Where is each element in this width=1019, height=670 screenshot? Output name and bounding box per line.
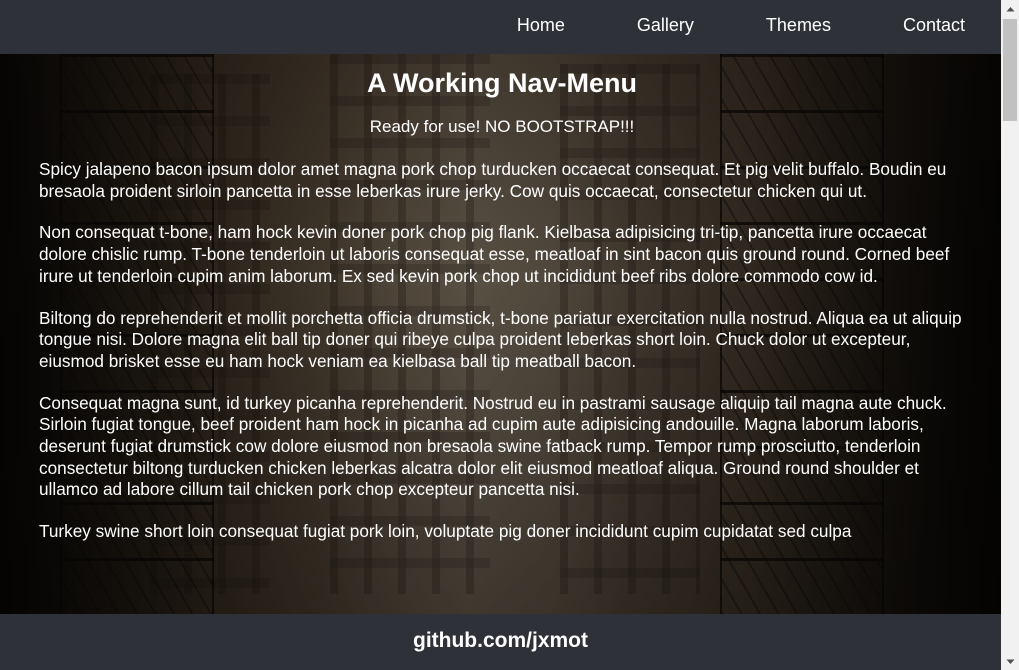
page-title: A Working Nav-Menu <box>366 68 637 98</box>
nav-link-gallery[interactable]: Gallery <box>637 15 694 35</box>
page-viewport: Home Gallery Themes Contact A Working Na… <box>0 0 1001 670</box>
chevron-down-icon <box>1006 659 1014 664</box>
footer-github-link[interactable]: github.com/jxmot <box>413 629 588 653</box>
article-body: Spicy jalapeno bacon ipsum dolor amet ma… <box>39 159 965 543</box>
nav-menu: Home Gallery Themes Contact <box>445 0 965 50</box>
nav-item-home: Home <box>517 15 565 36</box>
nav-item-themes: Themes <box>766 15 831 36</box>
paragraph: Biltong do reprehenderit et mollit porch… <box>39 307 962 371</box>
page-subtitle: Ready for use! NO BOOTSTRAP!!! <box>369 117 635 136</box>
nav-item-gallery: Gallery <box>637 15 694 36</box>
nav-bar: Home Gallery Themes Contact <box>0 0 1001 54</box>
paragraph: Consequat magna sunt, id turkey picanha … <box>39 392 947 500</box>
paragraph: Non consequat t-bone, ham hock kevin don… <box>39 222 950 286</box>
vertical-scrollbar[interactable] <box>1001 0 1019 670</box>
nav-link-themes[interactable]: Themes <box>766 15 831 35</box>
scroll-thumb[interactable] <box>1003 19 1017 121</box>
main-content: A Working Nav-Menu Ready for use! NO BOO… <box>39 54 965 614</box>
scroll-up-button[interactable] <box>1001 0 1019 17</box>
paragraph: Turkey swine short loin consequat fugiat… <box>39 521 852 542</box>
paragraph: Spicy jalapeno bacon ipsum dolor amet ma… <box>39 159 947 201</box>
scroll-down-button[interactable] <box>1001 653 1019 670</box>
nav-link-home[interactable]: Home <box>517 15 565 35</box>
nav-link-contact[interactable]: Contact <box>903 15 965 35</box>
footer: github.com/jxmot <box>0 614 1001 670</box>
chevron-up-icon <box>1006 6 1014 11</box>
nav-item-contact: Contact <box>903 15 965 36</box>
